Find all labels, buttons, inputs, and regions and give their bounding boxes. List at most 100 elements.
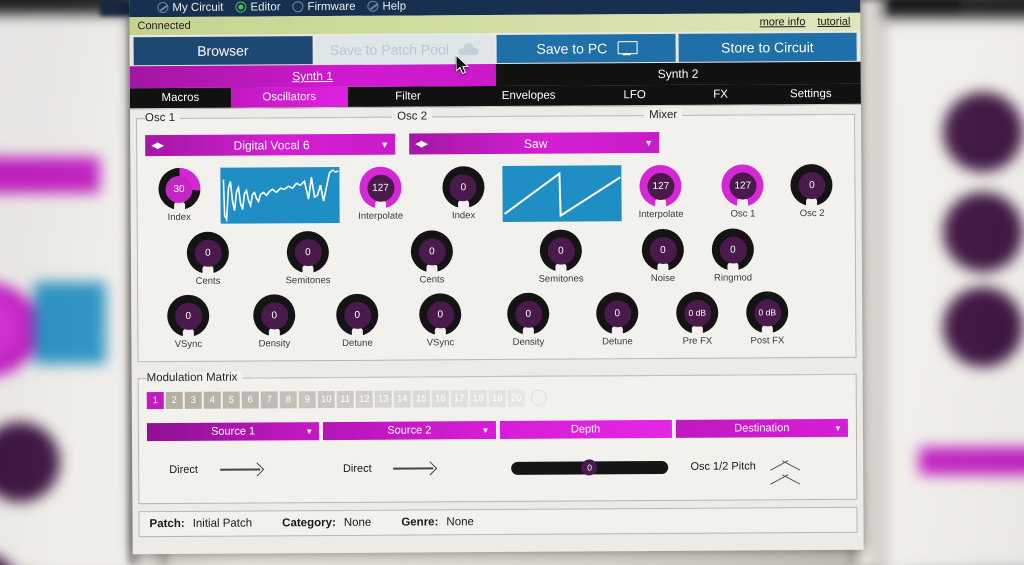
menu-item-my-circuit[interactable]: My Circuit: [157, 1, 224, 13]
mod-slot-8[interactable]: 8: [279, 391, 297, 409]
mod-slot-16[interactable]: 16: [431, 390, 449, 408]
prev-next-icon[interactable]: ◀▶: [415, 138, 427, 149]
knob-dial[interactable]: 0: [186, 231, 229, 274]
patch-value[interactable]: Initial Patch: [193, 517, 253, 529]
knob-dial[interactable]: 0: [507, 292, 550, 335]
genre-value[interactable]: None: [446, 516, 474, 528]
osc2-density-knob[interactable]: 0 Density: [484, 292, 572, 349]
osc1-index-knob[interactable]: 30 Index: [145, 167, 212, 223]
more-info-link[interactable]: more info: [760, 16, 806, 28]
knob-dial[interactable]: 30: [157, 167, 201, 211]
mixer-postfx-knob[interactable]: 0 dB Post FX: [732, 291, 802, 346]
tab-macros[interactable]: Macros: [130, 88, 231, 109]
knob-dial[interactable]: 0: [410, 230, 453, 273]
osc2-interpolate-knob[interactable]: 127 Interpolate: [627, 164, 694, 220]
knob-dial[interactable]: 0 dB: [746, 291, 789, 334]
mod-slot-6[interactable]: 6: [241, 391, 259, 409]
tab-filter[interactable]: Filter: [348, 86, 469, 107]
osc2-detune-knob[interactable]: 0 Detune: [572, 292, 662, 348]
knob-dial[interactable]: 127: [721, 164, 764, 207]
osc2-cents-knob[interactable]: 0 Cents: [370, 230, 494, 286]
slider-track[interactable]: 0: [510, 459, 669, 476]
tab-synth-2[interactable]: Synth 2: [495, 61, 861, 87]
menu-item-help[interactable]: Help: [367, 0, 406, 12]
mod-slot-18[interactable]: 18: [469, 390, 487, 408]
knob-dial[interactable]: 0: [596, 292, 639, 335]
mixer-noise-knob[interactable]: 0 Noise: [628, 228, 698, 284]
save-to-pc-button[interactable]: Save to PC: [496, 33, 676, 63]
osc1-group-title: Osc 1: [145, 111, 181, 125]
mod-destination-dropdown[interactable]: Destination ▼: [675, 418, 849, 438]
mod-slot-13[interactable]: 13: [374, 390, 392, 408]
knob-dial[interactable]: 0: [167, 294, 210, 338]
osc1-cents-knob[interactable]: 0 Cents: [170, 231, 246, 287]
osc1-density-knob[interactable]: 0 Density: [230, 294, 318, 350]
knob-dial[interactable]: 127: [359, 166, 402, 209]
mod-slot-15[interactable]: 15: [412, 390, 430, 408]
tab-fx[interactable]: FX: [680, 84, 761, 104]
tab-settings[interactable]: Settings: [761, 84, 861, 105]
mod-slot-7[interactable]: 7: [260, 391, 278, 409]
osc1-interpolate-knob[interactable]: 127 Interpolate: [347, 166, 414, 222]
menu-item-editor[interactable]: Editor: [235, 1, 281, 13]
osc2-wave-dropdown[interactable]: ◀▶ Saw ▼: [409, 132, 660, 155]
tab-synth-1[interactable]: Synth 1: [129, 64, 496, 89]
mod-source2-dropdown[interactable]: Source 2 ▼: [323, 421, 496, 441]
osc1-semitones-knob[interactable]: 0 Semitones: [246, 231, 370, 287]
mod-slot-2[interactable]: 2: [165, 391, 183, 410]
mod-slot-20[interactable]: 20: [507, 389, 525, 407]
osc1-vsync-knob[interactable]: 0 VSync: [146, 294, 230, 351]
mod-slot-4[interactable]: 4: [203, 391, 221, 409]
category-value[interactable]: None: [344, 517, 372, 529]
tab-oscillators[interactable]: Oscillators: [230, 86, 348, 108]
mod-slot-3[interactable]: 3: [184, 391, 202, 409]
patch-info-bar: Patch: Initial Patch Category: None Genr…: [138, 506, 858, 538]
knob-dial[interactable]: 0: [641, 228, 684, 272]
osc2-index-knob[interactable]: 0 Index: [430, 166, 497, 221]
knob-dial[interactable]: 0: [286, 231, 329, 274]
osc2-semitones-knob[interactable]: 0 Semitones: [494, 229, 628, 285]
menu-item-firmware[interactable]: Firmware: [292, 0, 355, 13]
mod-slot-5[interactable]: 5: [222, 391, 240, 409]
osc2-vsync-knob[interactable]: 0 VSync: [396, 293, 484, 349]
mod-slot-10[interactable]: 10: [317, 390, 335, 409]
mod-source2-header: Source 2: [387, 424, 432, 437]
browser-button[interactable]: Browser: [133, 36, 313, 66]
mixer-osc2-knob[interactable]: 0 Osc 2: [777, 163, 846, 219]
osc1-index-value: 30: [165, 175, 193, 203]
mod-slot-12[interactable]: 12: [355, 390, 373, 408]
mod-slot-17[interactable]: 17: [450, 390, 468, 408]
mod-source1-value[interactable]: Direct: [169, 464, 198, 476]
knob-dial[interactable]: 0: [711, 228, 754, 271]
mod-slot-14[interactable]: 14: [393, 390, 411, 408]
mod-source2-value[interactable]: Direct: [343, 463, 372, 475]
mod-source1-dropdown[interactable]: Source 1 ▼: [146, 422, 320, 442]
tutorial-link[interactable]: tutorial: [817, 16, 850, 28]
prev-next-icon[interactable]: ◀▶: [151, 140, 163, 151]
slider-thumb[interactable]: 0: [581, 459, 598, 476]
knob-dial[interactable]: 0 dB: [676, 291, 719, 334]
knob-dial[interactable]: 0: [539, 229, 582, 272]
knob-dial[interactable]: 0: [253, 294, 296, 337]
tab-envelopes[interactable]: Envelopes: [468, 85, 589, 106]
knob-dial[interactable]: 0: [419, 293, 462, 336]
reset-icon[interactable]: [530, 389, 547, 406]
mod-slot-11[interactable]: 11: [336, 390, 354, 408]
mod-slot-19[interactable]: 19: [488, 389, 506, 408]
knob-dial[interactable]: 0: [442, 166, 485, 209]
tab-lfo[interactable]: LFO: [589, 85, 680, 106]
knob-dial[interactable]: 127: [639, 164, 682, 208]
mod-depth-slider[interactable]: 0: [501, 459, 679, 476]
knob-dial[interactable]: 0: [790, 163, 834, 207]
mixer-prefx-knob[interactable]: 0 dB Pre FX: [662, 291, 732, 347]
mod-slot-1[interactable]: 1: [146, 392, 164, 410]
mod-matrix-slot-list: 1 2 3 4 5 6 7 8 9 10 11 12 13 14 15 16 1…: [146, 388, 848, 410]
knob-dial[interactable]: 0: [336, 293, 379, 336]
store-to-circuit-button[interactable]: Store to Circuit: [678, 32, 857, 62]
mod-slot-9[interactable]: 9: [298, 391, 316, 409]
mod-destination-value[interactable]: Osc 1/2 Pitch: [690, 460, 755, 472]
mixer-osc1-knob[interactable]: 127 Osc 1: [708, 164, 777, 220]
osc1-detune-knob[interactable]: 0 Detune: [318, 293, 396, 349]
osc1-wave-dropdown[interactable]: ◀▶ Digital Vocal 6 ▼: [145, 133, 396, 157]
mixer-ringmod-knob[interactable]: 0 Ringmod: [698, 228, 768, 284]
